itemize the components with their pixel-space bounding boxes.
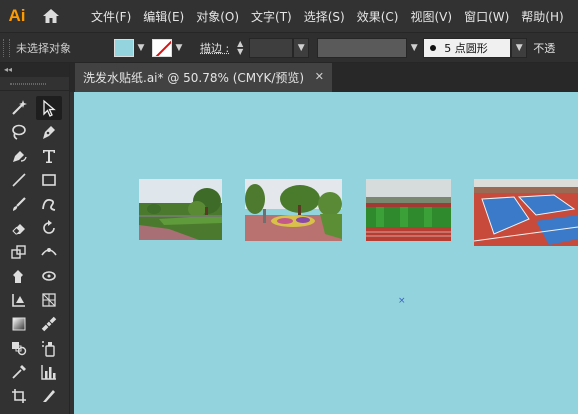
menu-object[interactable]: 对象(O): [193, 8, 248, 25]
shaper-tool-icon[interactable]: [36, 192, 62, 216]
puppet-warp-tool-icon[interactable]: [6, 264, 32, 288]
lasso-tool-icon[interactable]: [6, 120, 32, 144]
home-icon[interactable]: [34, 0, 68, 32]
line-segment-tool-icon[interactable]: [6, 168, 32, 192]
stroke-label[interactable]: 描边 :: [200, 40, 229, 56]
column-graph-tool-icon[interactable]: [36, 360, 62, 384]
brush-label: 5 点圆形: [444, 41, 488, 55]
variable-width-profile[interactable]: [317, 37, 408, 58]
document-tab-bar: 洗发水贴纸.ai* @ 50.78% (CMYK/预览) ✕: [70, 63, 578, 92]
curvature-tool-icon[interactable]: [6, 144, 32, 168]
stroke-color-swatch[interactable]: [152, 38, 172, 57]
menu-file[interactable]: 文件(F): [88, 8, 140, 25]
menu-help[interactable]: 帮助(H): [518, 8, 572, 25]
brush-dot-icon: [430, 44, 437, 51]
symbol-sprayer-tool-icon[interactable]: [36, 336, 62, 360]
scale-tool-icon[interactable]: [6, 240, 32, 264]
paintbrush-tool-icon[interactable]: [6, 192, 32, 216]
type-tool-icon[interactable]: [36, 144, 62, 168]
artboard-center-marker: ×: [398, 296, 406, 306]
tab-document[interactable]: 洗发水贴纸.ai* @ 50.78% (CMYK/预览) ✕: [75, 63, 332, 92]
magic-wand-tool-icon[interactable]: [6, 96, 32, 120]
eyedropper-tool-icon[interactable]: [6, 360, 32, 384]
rotate-tool-icon[interactable]: [36, 216, 62, 240]
stroke-weight-input[interactable]: [249, 37, 294, 58]
perspective-grid-tool-icon[interactable]: [36, 288, 62, 312]
mesh-tool-icon[interactable]: [36, 312, 62, 336]
menu-edit[interactable]: 编辑(E): [140, 8, 193, 25]
stroke-weight-stepper[interactable]: ▲ ▼: [233, 38, 247, 58]
chevron-down-icon[interactable]: ▼: [293, 37, 310, 58]
opacity-label[interactable]: 不透: [533, 40, 555, 56]
chevron-down-icon[interactable]: ▼: [407, 38, 421, 58]
brush-definition-select[interactable]: 5 点圆形: [423, 37, 512, 58]
menu-select[interactable]: 选择(S): [301, 8, 354, 25]
tools-panel: ◂◂: [0, 63, 70, 414]
width-tool-icon[interactable]: [36, 240, 62, 264]
menu-window[interactable]: 窗口(W): [461, 8, 518, 25]
panel-grip[interactable]: [3, 38, 10, 57]
fill-color-swatch[interactable]: [114, 38, 134, 57]
flower-roundabout-photo[interactable]: [245, 179, 342, 241]
menu-type[interactable]: 文字(T): [248, 8, 301, 25]
tools-grip[interactable]: [0, 77, 69, 91]
app-logo[interactable]: Ai: [0, 0, 34, 32]
eraser-tool-icon[interactable]: [6, 216, 32, 240]
garden-path-photo[interactable]: [139, 179, 222, 240]
chevron-down-icon[interactable]: ▼: [134, 39, 148, 57]
chevron-down-icon[interactable]: ▼: [172, 39, 186, 57]
stadium-field-photo[interactable]: [366, 179, 451, 241]
chevron-down-icon[interactable]: ▼: [511, 37, 528, 58]
pen-tool-icon[interactable]: [36, 120, 62, 144]
artboard-tool-icon[interactable]: [6, 384, 32, 408]
menu-view[interactable]: 视图(V): [407, 8, 461, 25]
shape-builder-tool-icon[interactable]: [6, 288, 32, 312]
selection-status: 未选择对象: [16, 41, 71, 55]
direct-selection-tool-icon[interactable]: [36, 96, 62, 120]
rubber-court-photo[interactable]: [474, 179, 578, 246]
control-bar: 未选择对象 ▼ ▼ 描边 : ▲ ▼ ▼ ▼ 5 点圆形 ▼ 不透: [0, 32, 578, 63]
slice-tool-icon[interactable]: [36, 384, 62, 408]
main-menu: 文件(F) 编辑(E) 对象(O) 文字(T) 选择(S) 效果(C) 视图(V…: [88, 8, 573, 25]
document-tab-title: 洗发水贴纸.ai* @ 50.78% (CMYK/预览): [83, 71, 305, 85]
close-icon[interactable]: ✕: [315, 70, 324, 83]
rectangle-tool-icon[interactable]: [36, 168, 62, 192]
menu-bar: Ai 文件(F) 编辑(E) 对象(O) 文字(T) 选择(S) 效果(C) 视…: [0, 0, 578, 32]
blend-tool-icon[interactable]: [6, 336, 32, 360]
menu-effect[interactable]: 效果(C): [354, 8, 408, 25]
tools-collapse-button[interactable]: ◂◂: [0, 63, 69, 77]
free-transform-tool-icon[interactable]: [36, 264, 62, 288]
gradient-tool-icon[interactable]: [6, 312, 32, 336]
artboard-canvas[interactable]: ×: [74, 92, 578, 414]
